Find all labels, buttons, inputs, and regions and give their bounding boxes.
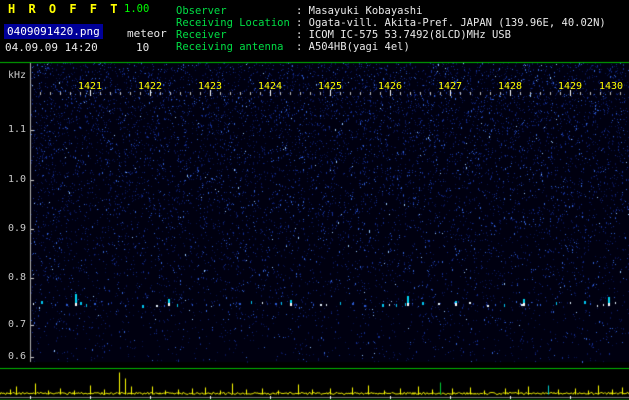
spectrogram-canvas — [0, 0, 629, 400]
x-tick-label: 1426 — [377, 81, 403, 92]
info-row-observer: Observer : Masayuki Kobayashi — [176, 5, 606, 17]
x-tick-label: 1429 — [557, 81, 583, 92]
app-version: 1.00 — [124, 3, 150, 15]
hrofft-window: H R O F F T 1.00 0409091420.png meteor 0… — [0, 0, 629, 400]
info-value: : Masayuki Kobayashi — [296, 5, 423, 17]
y-tick-label: 0.7 — [7, 319, 26, 330]
x-tick-label: 1423 — [197, 81, 223, 92]
y-tick-label: 1.0 — [7, 174, 26, 185]
y-tick-label: 0.6 — [7, 351, 26, 362]
app-title: H R O F F T — [8, 2, 121, 16]
x-tick-label: 1430 — [598, 81, 624, 92]
info-row-receiver: Receiver : ICOM IC-575 53.7492(8LCD)MHz U… — [176, 29, 606, 41]
duration-minutes: 10 — [136, 41, 150, 54]
info-value: : A504HB(yagi 4el) — [296, 41, 410, 53]
x-tick-label: 1422 — [137, 81, 163, 92]
output-filename: 0409091420.png — [4, 24, 103, 39]
observation-datetime: 04.09.09 14:20 — [5, 41, 98, 54]
y-tick-label: 0.9 — [7, 223, 26, 234]
observation-mode-label: meteor — [127, 27, 167, 40]
info-label: Receiver — [176, 29, 227, 41]
y-tick-label: 0.8 — [7, 272, 26, 283]
station-info-panel: Observer : Masayuki Kobayashi Receiving L… — [176, 5, 606, 53]
y-tick-label: 1.1 — [7, 124, 26, 135]
info-value: : ICOM IC-575 53.7492(8LCD)MHz USB — [296, 29, 511, 41]
info-value: : Ogata-vill. Akita-Pref. JAPAN (139.96E… — [296, 17, 606, 29]
x-tick-label: 1421 — [77, 81, 103, 92]
info-row-antenna: Receiving antenna : A504HB(yagi 4el) — [176, 41, 606, 53]
x-tick-label: 1428 — [497, 81, 523, 92]
x-tick-label: 1424 — [257, 81, 283, 92]
x-tick-label: 1425 — [317, 81, 343, 92]
info-label: Receiving antenna — [176, 41, 284, 53]
info-row-location: Receiving Location : Ogata-vill. Akita-Pr… — [176, 17, 606, 29]
x-tick-label: 1427 — [437, 81, 463, 92]
info-label: Receiving Location — [176, 17, 290, 29]
info-label: Observer — [176, 5, 227, 17]
y-axis-unit-label: kHz — [7, 70, 26, 81]
